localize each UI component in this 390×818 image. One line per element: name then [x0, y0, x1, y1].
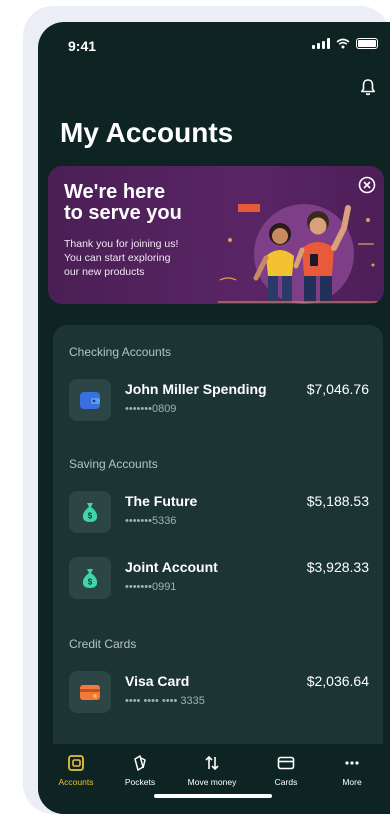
account-number: •••••••0809 — [125, 403, 177, 415]
banner-title: We're here to serve you — [64, 181, 182, 224]
card-icon — [277, 756, 295, 770]
battery-icon — [356, 38, 378, 49]
account-balance: $5,188.53 — [306, 493, 369, 509]
account-balance: $2,036.64 — [306, 673, 369, 689]
phone-screen: 9:41 My Accounts We're here to serve you… — [38, 22, 390, 814]
svg-text:$: $ — [88, 512, 93, 521]
account-name: Joint Account — [125, 559, 218, 575]
bottom-tab-bar: Accounts Pockets Move money Cards More — [38, 744, 390, 814]
promo-banner[interactable]: We're here to serve you Thank you for jo… — [48, 166, 384, 304]
tab-move-money[interactable]: Move money — [182, 754, 242, 787]
home-indicator[interactable] — [154, 794, 272, 798]
transfer-icon — [205, 755, 219, 771]
tab-label: Accounts — [58, 777, 94, 787]
accounts-panel: Checking Accounts John Miller Spending •… — [53, 325, 383, 745]
section-label-saving: Saving Accounts — [69, 457, 158, 471]
account-balance: $3,928.33 — [306, 559, 369, 575]
status-icons — [312, 38, 378, 49]
account-row-the-future[interactable]: $ The Future •••••••5336 $5,188.53 — [69, 491, 369, 535]
account-number: •••••••5336 — [125, 515, 177, 527]
tab-label: Cards — [274, 777, 298, 787]
wifi-icon — [336, 38, 350, 49]
page-title: My Accounts — [60, 117, 234, 148]
wallet-icon — [69, 379, 111, 421]
more-icon — [345, 761, 359, 765]
section-label-credit: Credit Cards — [69, 637, 137, 651]
people-illustration — [218, 204, 384, 304]
svg-text:$: $ — [88, 578, 93, 587]
status-time: 9:41 — [68, 38, 97, 54]
account-number: •••• •••• •••• 3335 — [125, 695, 205, 707]
bell-icon[interactable] — [360, 78, 376, 96]
money-bag-icon: $ — [69, 491, 111, 533]
tab-cards[interactable]: Cards — [256, 754, 316, 787]
status-bar: 9:41 — [38, 22, 390, 62]
account-row-john-miller[interactable]: John Miller Spending •••••••0809 $7,046.… — [69, 379, 369, 423]
account-row-visa-card[interactable]: Visa Card •••• •••• •••• 3335 $2,036.64 — [69, 671, 369, 715]
tab-accounts[interactable]: Accounts — [46, 754, 106, 787]
credit-card-icon — [69, 671, 111, 713]
account-number: •••••••0991 — [125, 581, 177, 593]
account-name: John Miller Spending — [125, 381, 267, 397]
tab-label: More — [342, 777, 362, 787]
tab-label: Move money — [187, 777, 237, 787]
tab-pockets[interactable]: Pockets — [110, 754, 170, 787]
section-label-checking: Checking Accounts — [69, 345, 172, 359]
account-name: Visa Card — [125, 673, 190, 689]
money-bag-icon: $ — [69, 557, 111, 599]
account-row-joint-account[interactable]: $ Joint Account •••••••0991 $3,928.33 — [69, 557, 369, 601]
pockets-icon — [134, 755, 146, 771]
banner-text: Thank you for joining us! You can start … — [64, 238, 179, 278]
accounts-icon — [68, 755, 84, 771]
tab-label: Pockets — [124, 777, 156, 787]
tab-more[interactable]: More — [322, 754, 382, 787]
account-name: The Future — [125, 493, 198, 509]
signal-icon — [312, 38, 330, 49]
account-balance: $7,046.76 — [306, 381, 369, 397]
